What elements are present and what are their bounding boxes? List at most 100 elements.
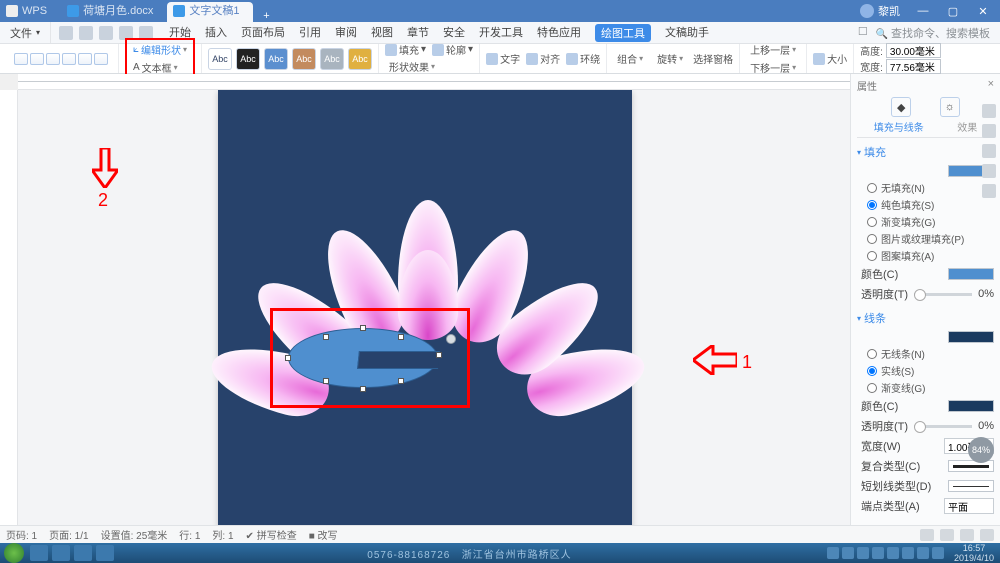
shape-effect-button[interactable]: 形状效果 [385,58,439,75]
rotation-handle[interactable] [446,334,456,344]
tray-icon[interactable] [902,547,914,559]
resize-handle[interactable] [398,378,404,384]
taskbar-btn[interactable] [96,545,114,561]
tab-drawing-tools[interactable]: 绘图工具 [595,24,651,42]
maximize-button[interactable]: ▢ [940,5,966,18]
search-box[interactable]: 查找命令、搜索模板 [876,25,990,41]
status-overwrite[interactable]: 改写 [318,531,338,542]
style-swatch-6[interactable]: Abc [348,48,372,70]
tab-review[interactable]: 审阅 [335,24,357,42]
move-up-button[interactable]: 上移一层 [746,41,800,58]
style-swatch-4[interactable]: Abc [292,48,316,70]
side-btn-3[interactable] [982,144,996,158]
tray-icon[interactable] [857,547,869,559]
lotus-leaf-shape[interactable] [288,328,438,388]
size-button[interactable]: 大小 [813,51,847,66]
qa-print-icon[interactable] [79,26,93,40]
file-menu[interactable]: 文件 [0,22,51,43]
resize-handle[interactable] [323,378,329,384]
line-trans-slider[interactable] [914,425,972,428]
align-button[interactable]: 对齐 [526,51,560,66]
opt-gradient-fill[interactable]: 渐变填充(G) [857,213,994,230]
line-preset-2[interactable] [30,53,44,65]
line-preset-6[interactable] [94,53,108,65]
height-input[interactable] [886,43,941,58]
side-btn-1[interactable] [982,104,996,118]
edit-shape-button[interactable]: ⟀ 编辑形状 [129,41,191,58]
line-preset-3[interactable] [46,53,60,65]
outline-button[interactable]: 轮廓▾ [432,42,473,57]
tab-special[interactable]: 特色应用 [537,24,581,42]
line-color-swatch[interactable] [948,331,994,343]
taskbar-btn[interactable] [52,545,70,561]
fill-color-picker[interactable] [948,268,994,280]
qa-save-icon[interactable] [59,26,73,40]
style-swatch-3[interactable]: Abc [264,48,288,70]
tab-references[interactable]: 引用 [299,24,321,42]
line-section-head[interactable]: 线条 [857,310,994,326]
fill-button[interactable]: 填充▾ [385,42,426,57]
style-swatch-1[interactable]: Abc [208,48,232,70]
tray-icon[interactable] [887,547,899,559]
view-mode-1[interactable] [920,529,934,541]
tab-insert[interactable]: 插入 [205,24,227,42]
side-btn-4[interactable] [982,164,996,178]
status-spell[interactable]: 拼写检查 [257,531,297,542]
collapse-ribbon-icon[interactable]: ☐ [858,25,868,41]
line-color-picker[interactable] [948,400,994,412]
tab-view[interactable]: 视图 [371,24,393,42]
selection-pane-button[interactable]: 选择窗格 [693,50,733,67]
taskbar-clock[interactable]: 16:572019/4/10 [948,543,1000,563]
resize-handle[interactable] [323,334,329,340]
opt-no-fill[interactable]: 无填充(N) [857,179,994,196]
resize-handle[interactable] [285,355,291,361]
start-button[interactable] [4,543,24,563]
page-canvas[interactable] [218,90,632,543]
resize-handle[interactable] [398,334,404,340]
tab-security[interactable]: 安全 [443,24,465,42]
tab-sections[interactable]: 章节 [407,24,429,42]
compound-picker[interactable] [948,460,994,472]
tray-icon[interactable] [917,547,929,559]
tab-fill-label[interactable]: 填充与线条 [874,119,924,134]
text-button[interactable]: 文字 [486,51,520,66]
fill-tab-icon[interactable]: ◆ [891,97,911,117]
minimize-button[interactable]: — [910,5,936,18]
tray-icon[interactable] [932,547,944,559]
qa-preview-icon[interactable] [99,26,113,40]
user-area[interactable]: 黎凯 [860,3,900,19]
taskbar-btn[interactable] [74,545,92,561]
line-preset-4[interactable] [62,53,76,65]
tab-layout[interactable]: 页面布局 [241,24,285,42]
opt-no-line[interactable]: 无线条(N) [857,345,994,362]
app-tab-wps[interactable]: WPS [0,2,61,22]
doc-tab-2[interactable]: 文字文稿1 [167,2,253,22]
width-input[interactable] [886,59,941,74]
new-tab-button[interactable]: + [253,10,279,22]
doc-tab-1[interactable]: 荷塘月色.docx [61,2,167,22]
style-swatch-2[interactable]: Abc [236,48,260,70]
resize-handle[interactable] [360,386,366,392]
tab-assistant[interactable]: 文稿助手 [665,24,709,42]
tab-devtools[interactable]: 开发工具 [479,24,523,42]
opt-pattern-fill[interactable]: 图案填充(A) [857,247,994,264]
panel-close-icon[interactable]: × [988,78,994,90]
tray-icon[interactable] [842,547,854,559]
opt-picture-fill[interactable]: 图片或纹理填充(P) [857,230,994,247]
resize-handle[interactable] [436,352,442,358]
combine-button[interactable]: 组合 [613,50,647,67]
close-button[interactable]: ✕ [970,5,996,18]
dash-picker[interactable] [948,480,994,492]
cap-select[interactable] [944,498,994,514]
tray-icon[interactable] [827,547,839,559]
side-btn-5[interactable] [982,184,996,198]
line-preset-5[interactable] [78,53,92,65]
view-mode-4[interactable] [980,529,994,541]
line-preset-1[interactable] [14,53,28,65]
fill-section-head[interactable]: 填充 [857,144,994,160]
rotate-button[interactable]: 旋转 [653,50,687,67]
view-mode-2[interactable] [940,529,954,541]
taskbar-btn[interactable] [30,545,48,561]
style-swatch-5[interactable]: Abc [320,48,344,70]
tab-effect-label[interactable]: 效果 [957,119,977,134]
